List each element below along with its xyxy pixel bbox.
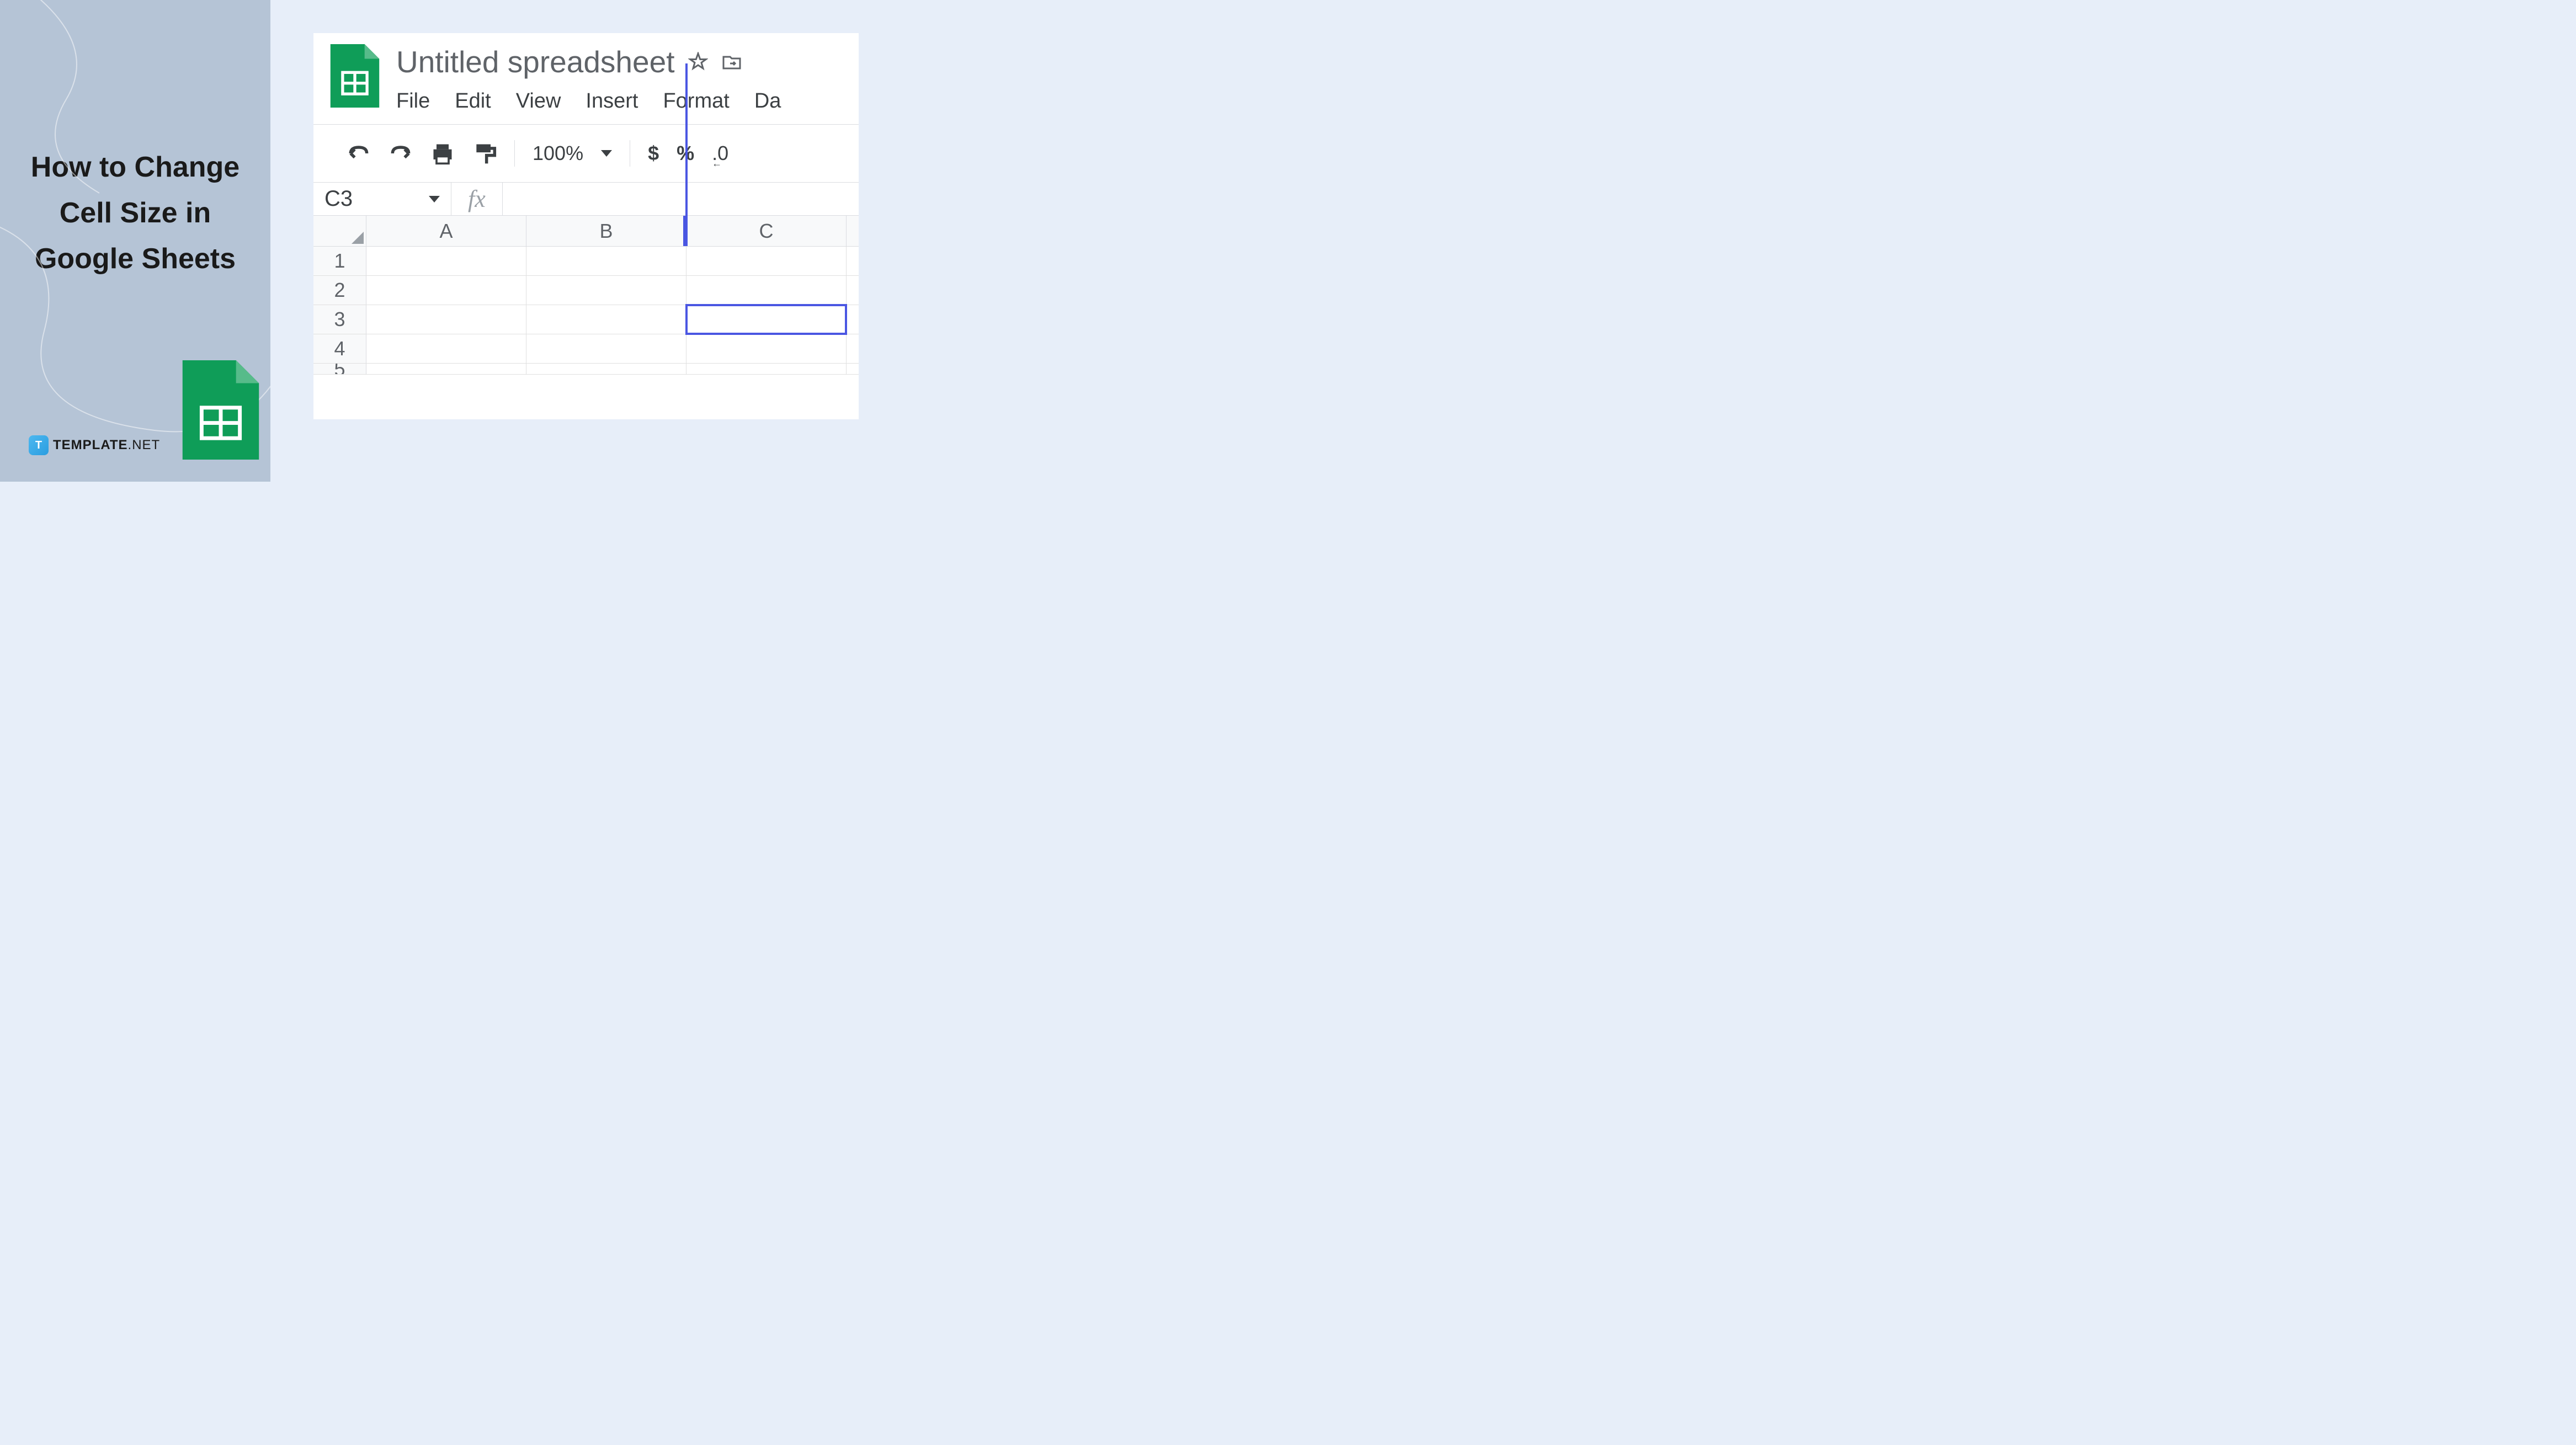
menu-file[interactable]: File (396, 89, 430, 113)
column-header-a[interactable]: A (366, 216, 526, 246)
tutorial-left-panel: How to Change Cell Size in Google Sheets… (0, 0, 270, 482)
brand-text: TEMPLATE.NET (53, 438, 160, 453)
column-resize-line (685, 63, 688, 220)
cell-a4[interactable] (366, 334, 526, 363)
cell-b2[interactable] (526, 276, 686, 305)
name-box-dropdown-icon[interactable] (429, 196, 440, 202)
cell-a1[interactable] (366, 247, 526, 275)
name-box[interactable]: C3 (313, 183, 451, 215)
zoom-level[interactable]: 100% (533, 142, 583, 165)
paint-format-icon[interactable] (472, 141, 497, 166)
menu-edit[interactable]: Edit (455, 89, 491, 113)
google-sheets-window: Untitled spreadsheet File Edit View Inse… (313, 33, 859, 419)
grid-row: 3 (313, 305, 859, 334)
cell-b5[interactable] (526, 364, 686, 375)
print-icon[interactable] (430, 141, 455, 166)
cell-a2[interactable] (366, 276, 526, 305)
grid-row: 2 (313, 276, 859, 305)
cell-a5[interactable] (366, 364, 526, 375)
cell-c3[interactable] (686, 305, 847, 334)
menu-bar: File Edit View Insert Format Da (396, 89, 842, 113)
menu-view[interactable]: View (516, 89, 561, 113)
active-cell-highlight (685, 304, 847, 335)
select-all-corner[interactable] (313, 216, 366, 246)
document-title[interactable]: Untitled spreadsheet (396, 44, 674, 79)
sheets-app-icon (330, 44, 380, 108)
formula-input[interactable] (502, 183, 859, 215)
column-header-b[interactable]: B (526, 216, 686, 246)
row-header-1[interactable]: 1 (313, 247, 366, 275)
zoom-dropdown-icon[interactable] (601, 150, 612, 157)
grid-row: 1 (313, 247, 859, 276)
grid-row: 5 (313, 364, 859, 375)
cell-c1[interactable] (686, 247, 847, 275)
undo-icon[interactable] (347, 141, 371, 166)
app-header: Untitled spreadsheet File Edit View Inse… (313, 33, 859, 113)
brand-logo-icon: T (29, 435, 49, 455)
row-header-5[interactable]: 5 (313, 364, 366, 375)
cell-c4[interactable] (686, 334, 847, 363)
star-icon[interactable] (688, 52, 708, 72)
cell-a3[interactable] (366, 305, 526, 334)
cell-b3[interactable] (526, 305, 686, 334)
brand-badge: T TEMPLATE.NET (29, 435, 160, 455)
redo-icon[interactable] (388, 141, 413, 166)
cell-b1[interactable] (526, 247, 686, 275)
toolbar: 100% $ % .0 ← (313, 124, 859, 183)
cell-c5[interactable] (686, 364, 847, 375)
cell-c2[interactable] (686, 276, 847, 305)
column-header-c[interactable]: C (686, 216, 847, 246)
menu-format[interactable]: Format (663, 89, 729, 113)
row-header-2[interactable]: 2 (313, 276, 366, 305)
fx-label: fx (451, 185, 502, 213)
column-resize-handle[interactable] (683, 216, 688, 246)
menu-insert[interactable]: Insert (586, 89, 638, 113)
column-headers-row: A B C (313, 216, 859, 247)
formula-bar: C3 fx (313, 183, 859, 216)
toolbar-divider (514, 140, 515, 167)
spreadsheet-grid: A B C 1 2 3 4 (313, 216, 859, 375)
row-header-4[interactable]: 4 (313, 334, 366, 363)
decrease-decimal-button[interactable]: .0 ← (712, 142, 728, 165)
cell-b4[interactable] (526, 334, 686, 363)
menu-data[interactable]: Da (754, 89, 781, 113)
currency-format-button[interactable]: $ (648, 142, 659, 165)
row-header-3[interactable]: 3 (313, 305, 366, 334)
move-to-folder-icon[interactable] (722, 52, 742, 72)
google-sheets-logo-icon (182, 360, 259, 460)
grid-row: 4 (313, 334, 859, 364)
